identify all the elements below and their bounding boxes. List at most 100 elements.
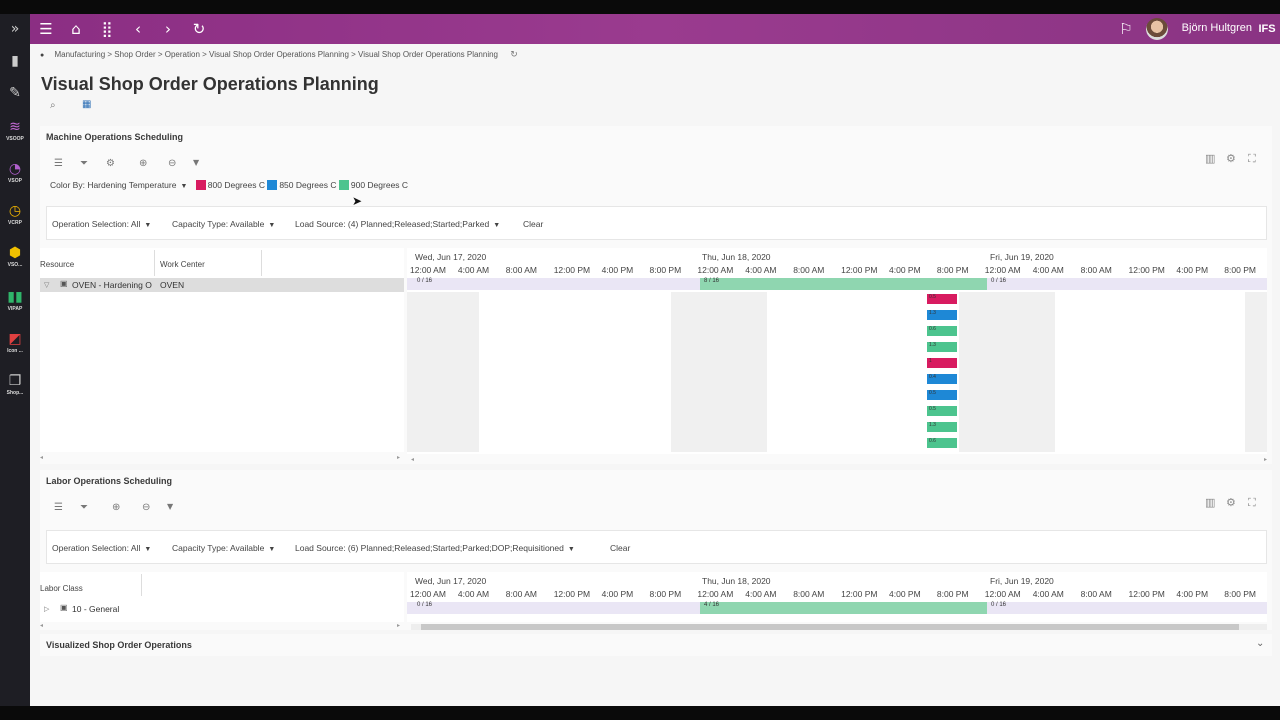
operation-bar[interactable]: 0.6 [927, 438, 957, 448]
load-label: 4 / 16 [704, 602, 720, 608]
operation-bar[interactable]: 1.3 [927, 422, 957, 432]
visualized-operations-panel[interactable]: Visualized Shop Order Operations ⌄ [40, 634, 1272, 656]
legend-item-850: 850 Degrees C [267, 180, 337, 190]
chevron-down-icon[interactable]: ⌄ [1256, 638, 1264, 649]
hour-label: 4:00 PM [601, 589, 634, 599]
operation-selection-filter[interactable]: Operation Selection: All ▼ [52, 543, 151, 553]
refresh-icon[interactable]: ↻ [510, 50, 518, 60]
load-label: 8 / 16 [704, 278, 720, 284]
caret-icon: ▼ [493, 222, 501, 229]
edit-button[interactable]: ✎ [0, 84, 30, 102]
rail-item-vcrp[interactable]: ◷ VCRP [0, 202, 30, 226]
labor-panel-title: Labor Operations Scheduling [46, 476, 173, 486]
home-icon[interactable]: ⌂ [66, 19, 86, 39]
col-labor-class[interactable]: Labor Class [40, 584, 83, 593]
operation-bar[interactable]: 1.3 [927, 310, 957, 320]
col-resource[interactable]: Resource [40, 260, 74, 269]
expand-rail-button[interactable]: » [0, 20, 30, 38]
left-scrollbar[interactable]: ◂ ▸ [40, 454, 404, 462]
bookmark-button[interactable]: ▮ [0, 52, 30, 70]
operation-bar[interactable]: 1.3 [927, 342, 957, 352]
operation-bar[interactable]: 1 [927, 358, 957, 368]
chart-icon[interactable]: ▥ [1205, 152, 1215, 165]
resource-row[interactable]: ▽ ▣ OVEN - Hardening O OVEN [40, 278, 404, 292]
operation-bar[interactable]: 0.6 [927, 326, 957, 336]
chart-icon: ◩ [8, 331, 22, 347]
rail-item-vsop[interactable]: ◔ VSOP [0, 160, 30, 184]
gantt-scrollbar[interactable] [411, 624, 1267, 630]
capacity-type-filter[interactable]: Capacity Type: Available ▼ [172, 543, 275, 553]
rail-item-vsoop[interactable]: ≋ VSOOP [0, 118, 30, 142]
menu-icon[interactable]: ☰ [36, 19, 56, 39]
operation-bar[interactable]: 0.4 [927, 374, 957, 384]
forward-icon[interactable]: › [158, 19, 178, 39]
hour-label: 4:00 AM [745, 589, 777, 599]
breadcrumb-text[interactable]: Manufacturing > Shop Order > Operation >… [54, 50, 498, 59]
gear-icon[interactable]: ⚙ [1226, 152, 1236, 165]
rail-item-vipap[interactable]: ▮▮ VIPAP [0, 288, 30, 312]
hour-label: 4:00 PM [1176, 589, 1209, 599]
labor-row[interactable]: ▷ ▣ 10 - General [40, 602, 404, 616]
layers-icon: ≋ [9, 119, 21, 135]
hour-label: 8:00 PM [1224, 589, 1256, 599]
load-bar[interactable] [700, 278, 987, 290]
top-strip [0, 0, 1280, 14]
operation-bar[interactable]: 0.5 [927, 406, 957, 416]
gantt-scrollbar[interactable]: ◂ ▸ [411, 456, 1267, 463]
app-header: ☰ ⌂ ⣿ ‹ › ↻ ⚐ Björn Hultgren IFS [30, 14, 1280, 44]
filter-label: Capacity Type: Available [172, 543, 265, 553]
filter-icon[interactable]: ⏷ [80, 158, 88, 169]
expand-row-icon[interactable]: ▷ [44, 605, 49, 613]
list-icon[interactable]: ☰ [54, 502, 63, 513]
gear-icon[interactable]: ⚙ [1226, 496, 1236, 509]
operation-bar[interactable]: 0.5 [927, 390, 957, 400]
hour-label: 12:00 AM [410, 265, 446, 275]
load-source-filter[interactable]: Load Source: (6) Planned;Released;Starte… [295, 543, 575, 553]
hour-label: 8:00 PM [649, 589, 682, 599]
collapse-icon[interactable]: ▽ [44, 281, 49, 289]
zoom-out-icon[interactable]: ⊖ [168, 158, 176, 169]
back-icon[interactable]: ‹ [128, 19, 148, 39]
capacity-type-filter[interactable]: Capacity Type: Available ▼ [172, 219, 275, 229]
refresh-icon[interactable]: ↻ [189, 19, 209, 39]
load-label: 0 / 16 [417, 278, 433, 284]
pages-icon: ❐ [8, 373, 22, 389]
load-bar[interactable] [700, 602, 987, 614]
scrollbar-thumb[interactable] [421, 624, 1239, 630]
rail-item-shop[interactable]: ❐ Shop... [0, 372, 30, 396]
search-icon[interactable]: ⌕ [50, 100, 56, 111]
operation-selection-filter[interactable]: Operation Selection: All ▼ [52, 219, 151, 229]
load-source-filter[interactable]: Load Source: (4) Planned;Released;Starte… [295, 219, 500, 229]
color-by-select[interactable]: Color By: Hardening Temperature ▼ [50, 180, 187, 190]
double-chevron-right-icon: » [10, 21, 20, 37]
col-work-center[interactable]: Work Center [160, 260, 205, 269]
rail-item-vso[interactable]: ⬢ VSO... [0, 244, 30, 268]
zoom-out-icon[interactable]: ⊖ [142, 502, 150, 513]
hour-label: 12:00 PM [841, 589, 878, 599]
filter-icon[interactable]: ⏷ [80, 502, 88, 513]
labor-gantt: Wed, Jun 17, 2020 Thu, Jun 18, 2020 Fri,… [407, 572, 1267, 622]
legend-swatch [267, 180, 278, 190]
table-icon[interactable]: ▦ [82, 99, 91, 110]
rail-item-icon[interactable]: ◩ Icon ... [0, 330, 30, 354]
operation-bar[interactable]: 0.5 [927, 294, 957, 304]
zoom-in-icon[interactable]: ⊕ [139, 158, 147, 169]
left-scrollbar[interactable]: ◂ ▸ [40, 622, 404, 630]
avatar[interactable] [1146, 18, 1168, 40]
left-rail: » ▮ ✎ ≋ VSOOP ◔ VSOP ◷ VCRP ⬢ VSO... ▮▮ VIPAP… [0, 14, 30, 706]
user-name[interactable]: Björn Hultgren [1182, 22, 1252, 34]
clear-filters-button[interactable]: Clear [610, 543, 630, 553]
pie-icon: ◔ [8, 161, 22, 177]
more-caret-icon[interactable]: ▼ [193, 158, 199, 167]
list-icon[interactable]: ☰ [54, 158, 63, 169]
expand-icon[interactable]: ⛶ [1248, 152, 1256, 166]
chart-icon[interactable]: ▥ [1205, 496, 1215, 509]
apps-grid-icon[interactable]: ⣿ [97, 19, 117, 39]
expand-icon[interactable]: ⛶ [1248, 496, 1256, 510]
clear-filters-button[interactable]: Clear [523, 219, 543, 229]
more-caret-icon[interactable]: ▼ [167, 502, 173, 511]
settings-icon[interactable]: ⚙ [106, 158, 115, 169]
notifications-icon[interactable]: ⚐ [1116, 19, 1136, 39]
hour-label: 4:00 AM [1032, 589, 1064, 599]
zoom-in-icon[interactable]: ⊕ [112, 502, 120, 513]
